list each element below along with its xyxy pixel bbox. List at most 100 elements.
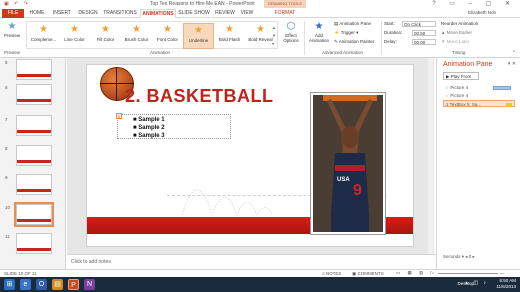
slide-thumbnail-9[interactable] [16, 174, 52, 195]
current-slide[interactable]: 2. BASKETBALL 1 ■ Sample 1 ■ Sample 2 ■ … [86, 64, 414, 247]
zoom-level[interactable]: — [500, 271, 505, 276]
bullet-text: Sample 3 [138, 133, 165, 139]
slide-title[interactable]: 2. BASKETBALL [125, 86, 274, 107]
animation-item[interactable]: ☆ Picture 4 [443, 92, 515, 99]
effect-label: Fill Color [96, 37, 115, 42]
collapse-ribbon-icon[interactable]: ⌃ [512, 50, 516, 56]
animation-marker[interactable]: 1 [116, 113, 122, 119]
add-animation-button[interactable]: ★ Add Animation [306, 21, 332, 43]
drawing-tools-tab-group: DRAWING TOOLS [264, 0, 306, 8]
tab-view[interactable]: VIEW [238, 9, 256, 18]
bounce-arcs [181, 189, 274, 217]
gallery-scroll[interactable]: ▲ ▼ ▾ [272, 24, 276, 48]
tab-slide-show[interactable]: SLIDE SHOW [178, 9, 210, 18]
ball-seam [100, 83, 134, 84]
thumb-number: 6 [5, 85, 8, 90]
timing-bar [506, 102, 512, 107]
tray-icons[interactable]: ▴ ◫ ♪ [465, 280, 488, 286]
slide-thumbnail-7[interactable] [16, 115, 52, 136]
effect-options-icon: ⬡ [286, 21, 296, 32]
window-title: Top Ten Reasons to Hire Me EAN - PowerPo… [150, 1, 255, 7]
jersey-stripe [335, 165, 365, 171]
thumb-band [17, 74, 51, 77]
animation-pane-button[interactable]: ▤ Animation Pane [334, 21, 371, 27]
effect-complementary[interactable]: ★ Compleme... [28, 23, 59, 49]
slide-thumbnail-5[interactable] [16, 59, 52, 80]
trigger-button[interactable]: ⚡ Trigger ▾ [334, 30, 358, 36]
slide-info: SLIDE 10 OF 11 [4, 271, 37, 276]
duration-input[interactable]: 00.50 [412, 30, 436, 36]
play-from-label: Play From [450, 74, 472, 79]
effect-fill-color[interactable]: ★ Fill Color [90, 23, 121, 49]
animation-painter-button[interactable]: ✎ Animation Painter [334, 39, 374, 45]
onenote-icon[interactable]: N [84, 279, 95, 290]
notes-pane[interactable]: Click to add notes [67, 254, 436, 269]
bullet-item: ■ Sample 2 [133, 125, 165, 131]
effect-brush-color[interactable]: ★ Brush Color [121, 23, 152, 49]
thumb-band [17, 189, 51, 192]
slide-thumbnail-10[interactable] [14, 202, 54, 227]
preview-button[interactable]: ★ Preview [2, 21, 22, 38]
start-icon[interactable]: ⊞ [4, 279, 15, 290]
shorts [331, 215, 369, 232]
powerpoint-icon[interactable]: P [68, 279, 79, 290]
effect-line-color[interactable]: ★ Line Color [59, 23, 90, 49]
effect-label: Bold Reveal [248, 37, 273, 42]
player-photo[interactable]: 9 USA [311, 93, 385, 234]
star-icon: ★ [132, 24, 141, 35]
internet-explorer-icon[interactable]: e [20, 279, 31, 290]
view-buttons[interactable]: ▭ ▦ ▥ ▷ [396, 270, 437, 276]
slide-thumbnail-8[interactable] [16, 145, 52, 166]
effect-bold-flash[interactable]: ★ Bold Flash [214, 23, 245, 49]
slide-editing-area: 2. BASKETBALL 1 ■ Sample 1 ■ Sample 2 ■ … [67, 58, 434, 254]
tab-file[interactable]: FILE [2, 9, 24, 18]
ball-seam [116, 67, 117, 101]
notes-label: NOTES [325, 271, 342, 276]
thumb-number: 5 [5, 60, 8, 65]
bullet-text: Sample 1 [138, 117, 165, 123]
move-later-label: Move Later [446, 39, 470, 44]
effect-label: Compleme... [30, 37, 57, 42]
slide-thumbnails-pane: 5 6 7 8 9 10 11 [0, 58, 66, 269]
play-from-button[interactable]: ▶ Play From [443, 72, 479, 80]
move-later-button[interactable]: ▼ Move Later [441, 39, 469, 44]
tab-insert[interactable]: INSERT [50, 9, 74, 18]
timing-group-label: Timing [452, 50, 466, 55]
animation-item[interactable]: ☆ Picture 4 [443, 84, 515, 91]
delay-input[interactable]: 00.00 [412, 39, 436, 45]
tab-transitions[interactable]: TRANSITIONS [102, 9, 138, 18]
advanced-group-label: Advanced Animation [322, 50, 364, 55]
slide-thumbnail-6[interactable] [16, 84, 52, 105]
system-clock[interactable]: 6:50 AM 11/6/2013 [496, 278, 516, 290]
effect-label: Bold Flash [218, 37, 241, 42]
slide-thumbnail-11[interactable] [16, 233, 52, 254]
notes-button[interactable]: ≡ NOTES [322, 271, 341, 276]
tab-animations[interactable]: ANIMATIONS [140, 9, 176, 18]
jersey-usa: USA [337, 177, 350, 183]
animation-gallery: ★ Compleme... ★ Line Color ★ Fill Color … [26, 21, 278, 49]
tab-home[interactable]: HOME [26, 9, 48, 18]
animation-item-selected[interactable]: 1 TextBox 5: Sa... [443, 100, 515, 107]
start-select[interactable]: On Click [402, 21, 436, 27]
user-name[interactable]: Elizabeth Noh [468, 10, 496, 15]
quick-access-toolbar[interactable]: ▣ ↶ ↷ [4, 1, 30, 7]
window-controls[interactable]: ? ▭ – ▢ ✕ [432, 0, 516, 7]
effect-underline[interactable]: ★ Underline [183, 23, 214, 49]
outlook-icon[interactable]: O [36, 279, 47, 290]
bullet-item: ■ Sample 3 [133, 133, 165, 139]
star-icon: ★ [39, 24, 48, 35]
effect-options-button[interactable]: ⬡ Effect Options [280, 21, 302, 43]
tab-review[interactable]: REVIEW [214, 9, 236, 18]
divider [304, 21, 305, 55]
animation-group-label: Animation [150, 50, 171, 55]
file-explorer-icon[interactable]: ▤ [52, 279, 63, 290]
tab-design[interactable]: DESIGN [76, 9, 100, 18]
move-earlier-button[interactable]: ▲ Move Earlier [441, 30, 472, 35]
vertical-scrollbar[interactable] [428, 58, 433, 254]
seconds-control[interactable]: Seconds ▾ ◂ 0 ▸ [443, 254, 475, 260]
zoom-slider[interactable] [438, 273, 498, 274]
add-animation-icon: ★ [314, 21, 324, 32]
close-icon[interactable]: ▾ ✕ [508, 61, 516, 67]
effect-font-color[interactable]: ★ Font Color [152, 23, 183, 49]
tab-format[interactable]: FORMAT [270, 9, 300, 18]
